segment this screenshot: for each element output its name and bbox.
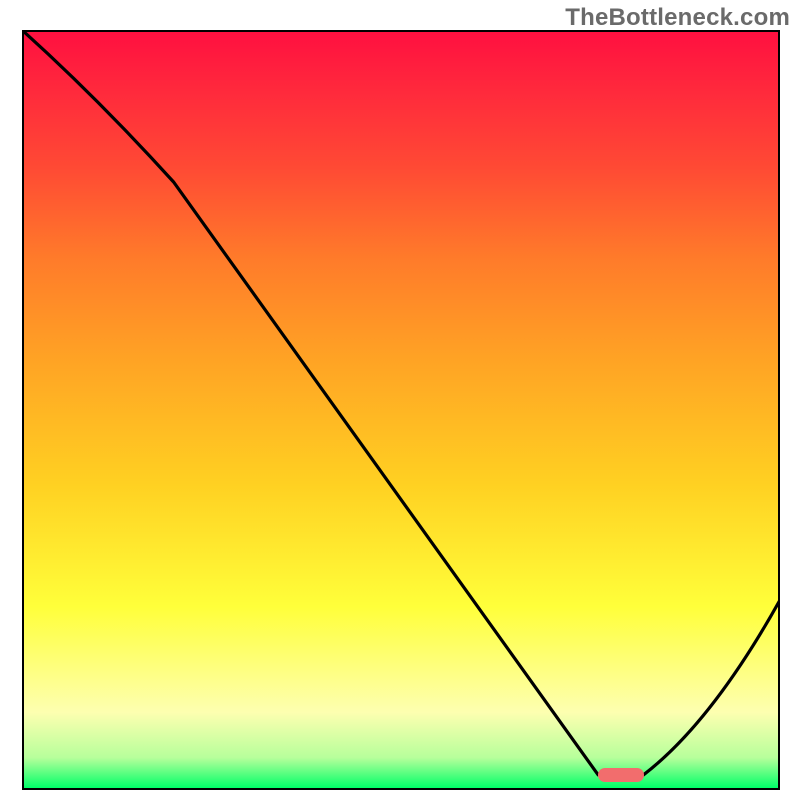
line-series [22,30,780,790]
watermark-text: TheBottleneck.com [565,4,790,32]
optimal-marker [598,768,643,782]
curve-path [22,30,780,775]
chart-frame: TheBottleneck.com [0,0,800,800]
